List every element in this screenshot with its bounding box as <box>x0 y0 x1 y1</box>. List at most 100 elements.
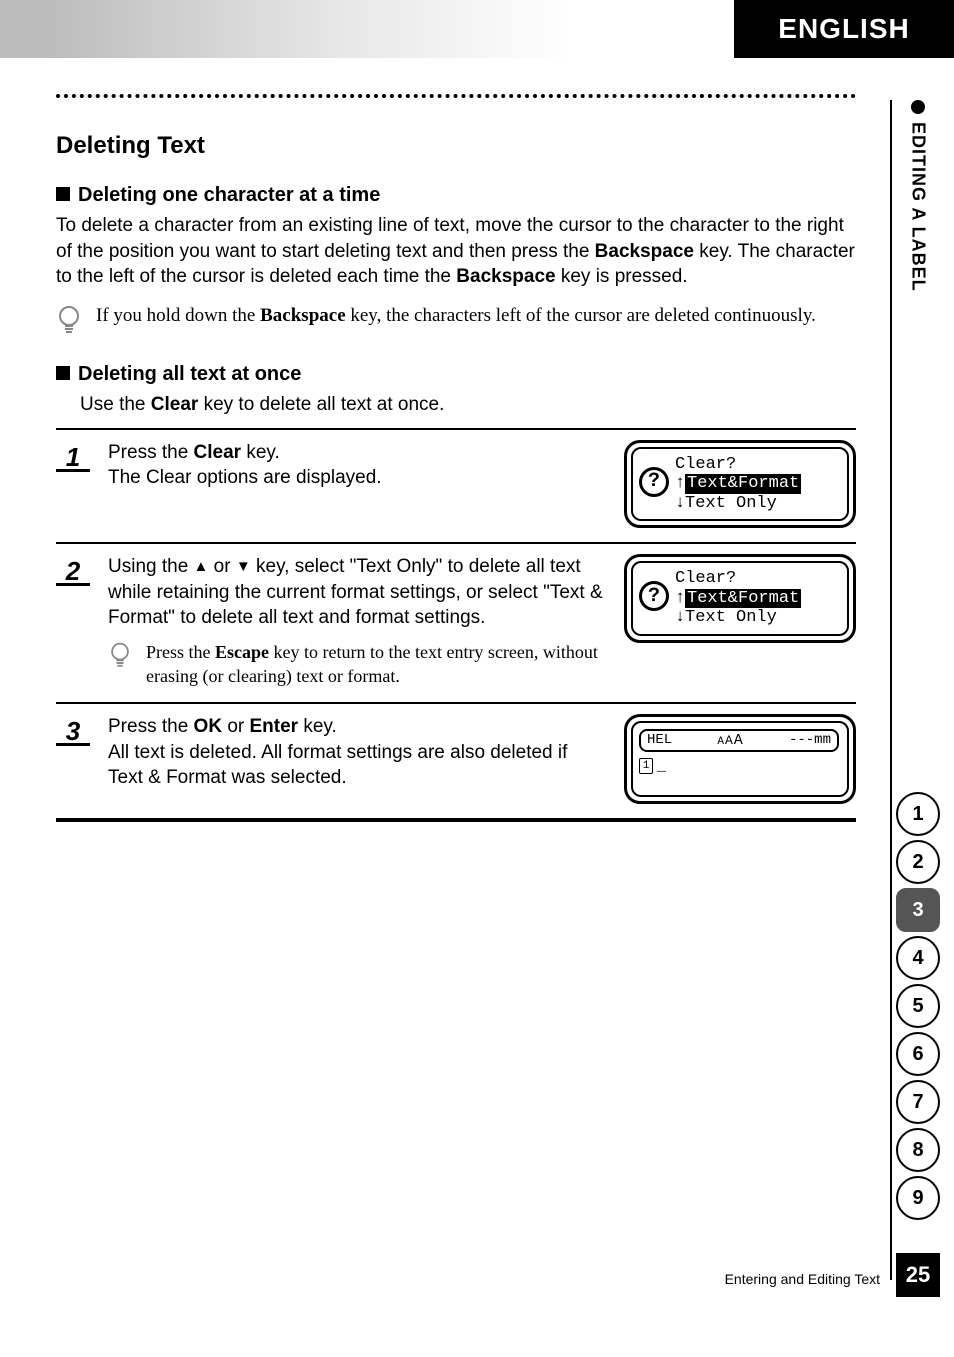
s3d: Enter <box>250 716 299 737</box>
lcd-frame: ? Clear? ↑Text&Format ↓Text Only <box>624 554 856 643</box>
square-bullet-icon <box>56 187 70 201</box>
lightbulb-icon <box>108 641 134 688</box>
s2b: or <box>208 556 235 577</box>
side-section-label: EDITING A LABEL <box>908 122 929 292</box>
top-banner: ENGLISH <box>0 0 954 58</box>
lcd-frame: ? Clear? ↑Text&Format ↓Text Only <box>624 440 856 529</box>
aaa-med: A <box>725 733 734 748</box>
step-2-note: Press the Escape key to return to the te… <box>108 641 606 688</box>
lcd-title: Clear? <box>675 455 839 475</box>
lcd-inner: ? Clear? ↑Text&Format ↓Text Only <box>631 447 849 522</box>
bullet-icon <box>911 100 925 114</box>
step-2: 2 Using the ▲ or ▼ key, select "Text Onl… <box>56 544 856 704</box>
note-backspace-hold: If you hold down the Backspace key, the … <box>56 304 856 343</box>
language-strip: ENGLISH <box>734 0 954 58</box>
paragraph-one-char: To delete a character from an existing l… <box>56 213 856 290</box>
lcd-option-2: ↓Text Only <box>675 608 839 628</box>
subheading-all-text: Deleting all text at once <box>56 363 856 386</box>
chapter-tab-6[interactable]: 6 <box>896 1032 940 1076</box>
p1e: key is pressed. <box>556 266 688 287</box>
s2nb: Escape <box>215 642 269 662</box>
s1a: Press the <box>108 442 194 463</box>
s2a: Using the <box>108 556 194 577</box>
subheading-one-char-text: Deleting one character at a time <box>78 184 380 206</box>
step-2-note-text: Press the Escape key to return to the te… <box>146 641 606 688</box>
s1c: key. <box>241 442 280 463</box>
language-label: ENGLISH <box>778 13 909 45</box>
subheading-all-text-label: Deleting all text at once <box>78 363 301 385</box>
chapter-tab-7[interactable]: 7 <box>896 1080 940 1124</box>
chapter-tabs: 1 2 3 4 5 6 7 8 9 <box>896 792 940 1220</box>
p1d: Backspace <box>456 266 555 287</box>
chapter-tab-1[interactable]: 1 <box>896 792 940 836</box>
step-number: 2 <box>56 556 90 586</box>
lightbulb-icon <box>56 304 82 343</box>
line-number-icon: 1 <box>639 758 653 774</box>
side-rule <box>890 100 892 1280</box>
lcd-size-indicator: AAA <box>717 732 743 749</box>
square-bullet-icon <box>56 366 70 380</box>
step-3-body: Press the OK or Enter key. All text is d… <box>108 714 606 791</box>
note-backspace-hold-text: If you hold down the Backspace key, the … <box>96 304 816 329</box>
s1d: The Clear options are displayed. <box>108 467 382 488</box>
dotted-rule <box>56 94 856 98</box>
s1b: Clear <box>194 442 242 463</box>
lcd-option-1: ↑Text&Format <box>675 589 839 609</box>
up-triangle-icon: ▲ <box>194 558 209 575</box>
lcd-opt1-text: Text&Format <box>685 589 801 609</box>
lcd-lines: Clear? ↑Text&Format ↓Text Only <box>675 569 839 628</box>
i2a: Use the <box>80 394 151 415</box>
chapter-tab-9[interactable]: 9 <box>896 1176 940 1220</box>
p1b: Backspace <box>595 241 694 262</box>
chapter-tab-2[interactable]: 2 <box>896 840 940 884</box>
paragraph-clear-intro: Use the Clear key to delete all text at … <box>80 392 856 418</box>
steps-list: 1 Press the Clear key. The Clear options… <box>56 428 856 822</box>
s3f: All text is deleted. All format settings… <box>108 742 567 789</box>
s2na: Press the <box>146 642 215 662</box>
chapter-tab-3[interactable]: 3 <box>896 888 940 932</box>
chapter-tab-5[interactable]: 5 <box>896 984 940 1028</box>
down-triangle-icon: ▼ <box>236 558 251 575</box>
subheading-one-char: Deleting one character at a time <box>56 184 856 207</box>
lcd-lines: Clear? ↑Text&Format ↓Text Only <box>675 455 839 514</box>
lcd-length-indicator: ---mm <box>789 732 831 748</box>
up-arrow-icon: ↑ <box>675 474 685 494</box>
lcd-frame: HEL AAA ---mm 1 _ <box>624 714 856 804</box>
step-2-body: Using the ▲ or ▼ key, select "Text Only"… <box>108 554 606 688</box>
question-icon: ? <box>639 467 669 497</box>
lcd-inner: HEL AAA ---mm 1 _ <box>631 721 849 797</box>
section-title: Deleting Text <box>56 132 856 160</box>
lcd-option-2: ↓Text Only <box>675 494 839 514</box>
lcd-font-indicator: HEL <box>647 732 672 748</box>
s3a: Press the <box>108 716 194 737</box>
cursor: _ <box>657 758 666 775</box>
lcd-opt1-text: Text&Format <box>685 474 801 494</box>
lcd-opt2-text: Text Only <box>685 494 777 513</box>
question-icon: ? <box>639 581 669 611</box>
down-arrow-icon: ↓ <box>675 494 685 514</box>
step-1-screen: ? Clear? ↑Text&Format ↓Text Only <box>624 440 856 529</box>
chapter-tab-8[interactable]: 8 <box>896 1128 940 1172</box>
step-3: 3 Press the OK or Enter key. All text is… <box>56 704 856 822</box>
step-1: 1 Press the Clear key. The Clear options… <box>56 428 856 545</box>
n1b: Backspace <box>260 305 346 326</box>
lcd-inner: ? Clear? ↑Text&Format ↓Text Only <box>631 561 849 636</box>
down-arrow-icon: ↓ <box>675 608 685 628</box>
aaa-large: A <box>734 732 744 749</box>
chapter-tab-4[interactable]: 4 <box>896 936 940 980</box>
i2c: key to delete all text at once. <box>198 394 444 415</box>
lcd-opt2-text: Text Only <box>685 608 777 627</box>
main-content: Deleting Text Deleting one character at … <box>56 94 856 822</box>
page-number-box: 25 <box>896 1253 940 1297</box>
up-arrow-icon: ↑ <box>675 589 685 609</box>
s3b: OK <box>194 716 223 737</box>
step-number: 3 <box>56 716 90 746</box>
side-section-tab: EDITING A LABEL <box>896 100 940 292</box>
footer-breadcrumb: Entering and Editing Text <box>725 1271 880 1287</box>
step-2-screen: ? Clear? ↑Text&Format ↓Text Only <box>624 554 856 643</box>
lcd-title: Clear? <box>675 569 839 589</box>
page-number: 25 <box>906 1262 930 1288</box>
s3c: or <box>222 716 249 737</box>
step-3-screen: HEL AAA ---mm 1 _ <box>624 714 856 804</box>
n1c: key, the characters left of the cursor a… <box>346 305 816 326</box>
